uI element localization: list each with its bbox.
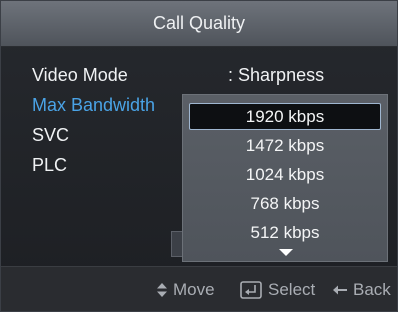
dialog-title: Call Quality bbox=[1, 1, 397, 47]
select-hint-label: Select bbox=[268, 280, 316, 299]
setting-video-mode-label[interactable]: Video Mode bbox=[32, 65, 128, 86]
bandwidth-option-512[interactable]: 512 kbps bbox=[189, 219, 381, 246]
updown-arrow-icon bbox=[157, 283, 167, 297]
bandwidth-dropdown[interactable]: 1920 kbps 1472 kbps 1024 kbps 768 kbps 5… bbox=[182, 94, 388, 262]
bandwidth-option-1024[interactable]: 1024 kbps bbox=[189, 161, 381, 188]
footer-hint-bar: Move Select Back bbox=[1, 266, 397, 311]
setting-video-mode-value[interactable]: : Sharpness bbox=[228, 65, 324, 86]
select-hint: Select bbox=[240, 267, 316, 311]
move-hint: Move bbox=[157, 267, 215, 311]
bandwidth-option-768[interactable]: 768 kbps bbox=[189, 190, 381, 217]
back-arrow-icon bbox=[333, 285, 347, 295]
setting-max-bandwidth-label[interactable]: Max Bandwidth bbox=[32, 95, 155, 116]
setting-svc-label[interactable]: SVC bbox=[32, 125, 69, 146]
bandwidth-option-1920[interactable]: 1920 kbps bbox=[189, 103, 381, 130]
bandwidth-option-1472[interactable]: 1472 kbps bbox=[189, 132, 381, 159]
enter-key-icon bbox=[240, 281, 262, 299]
back-hint: Back bbox=[333, 267, 391, 311]
move-hint-label: Move bbox=[173, 280, 215, 299]
scroll-down-arrow-icon[interactable] bbox=[279, 249, 293, 256]
video-mode-value-text: Sharpness bbox=[238, 65, 325, 85]
setting-plc-label[interactable]: PLC bbox=[32, 155, 67, 176]
back-hint-label: Back bbox=[353, 280, 391, 299]
value-separator: : bbox=[228, 65, 234, 85]
call-quality-dialog: Call Quality Video Mode : Sharpness Max … bbox=[0, 0, 398, 312]
